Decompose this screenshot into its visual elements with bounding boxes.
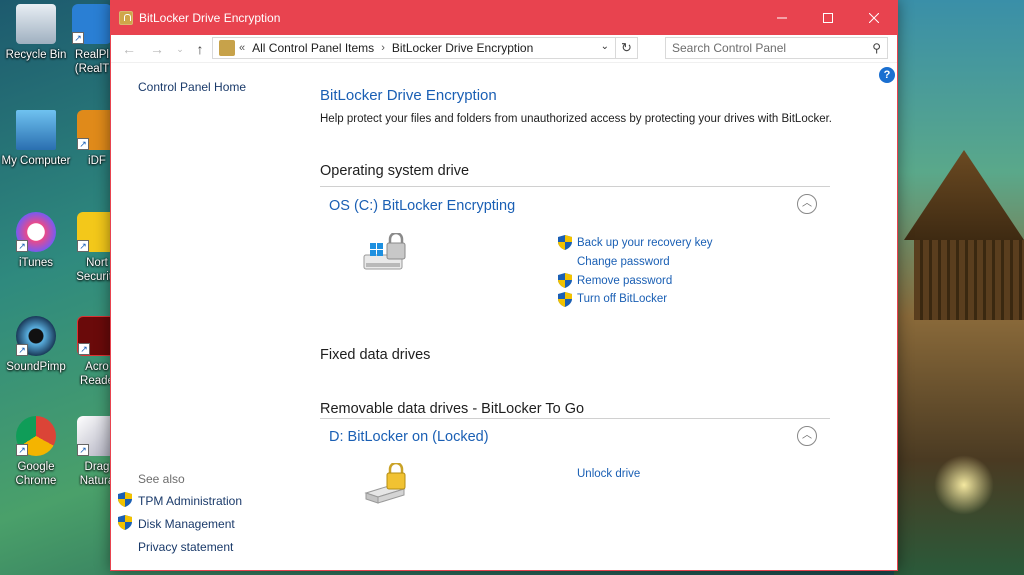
remove-password-link[interactable]: Remove password (577, 275, 672, 287)
removable-drive-title[interactable]: D: BitLocker on (Locked) (329, 429, 489, 445)
removable-data-drives-heading: Removable data drives - BitLocker To Go (320, 401, 585, 417)
desktop-icon-label: RealPl (RealT (74, 49, 110, 75)
chevron-up-icon: ︿ (802, 198, 812, 209)
page-title: BitLocker Drive Encryption (320, 87, 497, 104)
address-dropdown-icon[interactable]: ⌄ (601, 41, 609, 52)
breadcrumb-all-control-panel-items[interactable]: All Control Panel Items (252, 41, 374, 55)
desktop-icon-label: Recycle Bin (5, 49, 67, 61)
desktop-icon-itunes[interactable]: ↗ iTunes (0, 212, 72, 270)
desktop-icon-label: My Computer (1, 155, 71, 167)
page-description: Help protect your files and folders from… (320, 113, 832, 125)
breadcrumb-overflow[interactable]: « (239, 42, 245, 54)
search-placeholder: Search Control Panel (672, 41, 787, 55)
refresh-icon: ↻ (621, 40, 632, 55)
back-arrow-icon: ← (122, 41, 136, 57)
hut-wall (914, 240, 1024, 320)
forward-arrow-icon: → (150, 41, 164, 57)
navigation-bar: ← → ⌄ ↑ « All Control Panel Items › BitL… (111, 35, 897, 63)
chevron-down-icon: ⌄ (176, 44, 184, 54)
collapse-removable-drive-button[interactable]: ︿ (797, 426, 817, 446)
shortcut-arrow-icon: ↗ (77, 138, 89, 150)
window-title: BitLocker Drive Encryption (139, 11, 281, 25)
section-divider (320, 186, 830, 187)
section-divider (320, 418, 830, 419)
desktop-icon-chrome[interactable]: ↗ Google Chrome (0, 416, 72, 488)
breadcrumb-bitlocker[interactable]: BitLocker Drive Encryption (392, 41, 533, 55)
change-password-link[interactable]: Change password (577, 256, 670, 268)
shortcut-arrow-icon: ↗ (16, 240, 28, 252)
uac-shield-icon (118, 515, 132, 530)
unlock-drive-link[interactable]: Unlock drive (577, 468, 640, 480)
refresh-button[interactable]: ↻ (615, 38, 637, 58)
desktop-icon-label: SoundPimp (6, 361, 66, 373)
shortcut-arrow-icon: ↗ (77, 444, 89, 456)
disk-management-link[interactable]: Disk Management (138, 517, 235, 531)
desktop-icon-label: iDF (88, 155, 106, 167)
realplayer-icon: ↗ (72, 4, 112, 44)
shortcut-arrow-icon: ↗ (78, 343, 90, 355)
breadcrumb-separator-icon: › (381, 42, 385, 54)
uac-shield-icon (118, 492, 132, 507)
title-bar[interactable]: BitLocker Drive Encryption (111, 1, 897, 35)
bitlocker-app-icon (119, 11, 133, 25)
address-bar[interactable]: « All Control Panel Items › BitLocker Dr… (212, 37, 638, 59)
soundpimp-icon: ↗ (16, 316, 56, 356)
privacy-statement-link[interactable]: Privacy statement (138, 540, 233, 554)
removable-drive-lock-icon (364, 463, 406, 504)
search-icon: ⚲ (872, 41, 881, 55)
maximize-icon (823, 13, 833, 23)
desktop-icon-label: Acro Reade (80, 361, 114, 387)
back-up-recovery-key-link[interactable]: Back up your recovery key (577, 237, 713, 249)
shortcut-arrow-icon: ↗ (16, 444, 28, 456)
shortcut-arrow-icon: ↗ (72, 32, 84, 44)
uac-shield-icon (558, 292, 572, 307)
forward-button[interactable]: → (148, 41, 166, 57)
computer-icon (16, 110, 56, 150)
lantern-glow (934, 455, 994, 515)
uac-shield-icon (558, 273, 572, 288)
minimize-button[interactable] (759, 1, 805, 35)
bitlocker-window: BitLocker Drive Encryption ← → ⌄ ↑ « All… (110, 0, 898, 571)
os-drive-title[interactable]: OS (C:) BitLocker Encrypting (329, 198, 515, 214)
back-button[interactable]: ← (120, 41, 138, 57)
close-button[interactable] (851, 1, 897, 35)
fixed-data-drives-heading: Fixed data drives (320, 347, 431, 363)
control-panel-home-link[interactable]: Control Panel Home (138, 80, 246, 94)
recent-locations-button[interactable]: ⌄ (171, 44, 189, 55)
itunes-icon: ↗ (16, 212, 56, 252)
chevron-up-icon: ︿ (802, 430, 812, 441)
uac-shield-icon (558, 235, 572, 250)
shortcut-arrow-icon: ↗ (77, 240, 89, 252)
os-drive-lock-icon (363, 233, 406, 270)
control-panel-icon (219, 40, 235, 56)
hut-roof (904, 150, 1024, 240)
collapse-os-drive-button[interactable]: ︿ (797, 194, 817, 214)
up-arrow-icon: ↑ (196, 41, 204, 57)
up-button[interactable]: ↑ (191, 41, 209, 57)
help-icon[interactable]: ? (879, 67, 895, 83)
chrome-icon: ↗ (16, 416, 56, 456)
turn-off-bitlocker-link[interactable]: Turn off BitLocker (577, 293, 667, 305)
close-icon (869, 13, 879, 23)
operating-system-drive-heading: Operating system drive (320, 163, 470, 179)
desktop-wallpaper-scenery (894, 0, 1024, 575)
minimize-icon (777, 17, 787, 19)
shortcut-arrow-icon: ↗ (16, 344, 28, 356)
window-controls (759, 1, 897, 35)
desktop-icon-soundpimp[interactable]: ↗ SoundPimp (0, 316, 72, 374)
desktop-icon-label: iTunes (18, 257, 54, 269)
maximize-button[interactable] (805, 1, 851, 35)
tpm-administration-link[interactable]: TPM Administration (138, 494, 242, 508)
recycle-bin-icon (16, 4, 56, 44)
see-also-heading: See also (138, 472, 185, 486)
desktop-icon-my-computer[interactable]: My Computer (0, 110, 72, 168)
desktop-icon-label: Google Chrome (15, 461, 57, 487)
search-input[interactable]: Search Control Panel ⚲ (665, 37, 888, 59)
